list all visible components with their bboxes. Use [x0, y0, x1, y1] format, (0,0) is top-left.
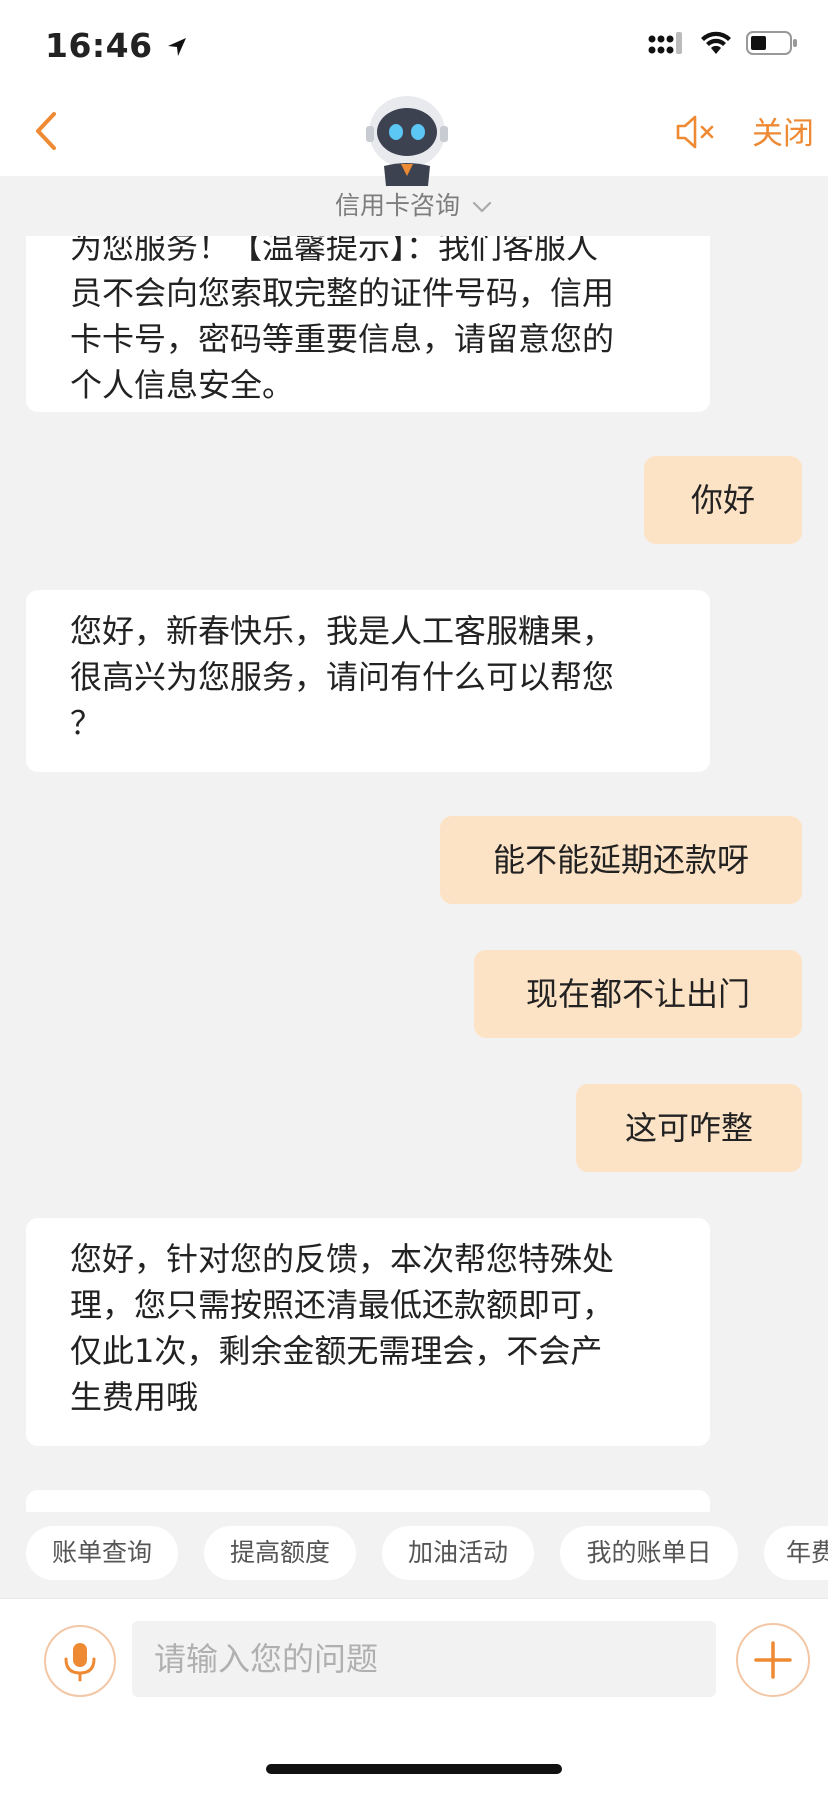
chip-my-bill-date[interactable]: 我的账单日: [560, 1526, 738, 1580]
message-line: 个人信息安全。: [70, 366, 295, 404]
home-indicator[interactable]: [266, 1764, 562, 1774]
message-text: 你好: [690, 481, 755, 519]
consult-topic-selector[interactable]: 信用卡咨询: [0, 176, 828, 236]
signal-icon: [648, 32, 682, 54]
user-message: 这可咋整: [576, 1084, 802, 1172]
chevron-down-icon: [472, 201, 492, 213]
message-text: 这可咋整: [624, 1109, 753, 1147]
chip-raise-limit[interactable]: 提高额度: [204, 1526, 356, 1580]
bot-message-partial: [26, 1490, 710, 1512]
bot-message: 为您服务！【温馨提示】：我们客服人 员不会向您索取完整的证件号码，信用 卡卡号，…: [26, 236, 710, 412]
plus-icon: [754, 1641, 792, 1679]
message-line: 生费用哦: [70, 1378, 199, 1416]
robot-avatar-icon: [366, 96, 448, 186]
voice-input-button[interactable]: [44, 1625, 116, 1697]
back-chevron-icon: [36, 112, 56, 150]
status-bar: 16:46: [0, 0, 828, 98]
message-line: 卡卡号，密码等重要信息，请留意您的: [70, 320, 615, 358]
bot-message: 您好，针对您的反馈，本次帮您特殊处 理，您只需按照还清最低还款额即可， 仅此1次…: [26, 1218, 710, 1446]
robot-avatar: [362, 92, 452, 187]
back-button[interactable]: [26, 108, 66, 154]
bot-message: 您好，新春快乐，我是人工客服糖果， 很高兴为您服务，请问有什么可以帮您 ？: [26, 590, 710, 772]
wifi-icon: [701, 31, 731, 54]
message-text: 现在都不让出门: [525, 975, 750, 1013]
user-message: 你好: [644, 456, 802, 544]
message-line: 很高兴为您服务，请问有什么可以帮您: [70, 658, 615, 696]
consult-topic-label: 信用卡咨询: [334, 191, 460, 220]
mute-speaker-icon: [676, 115, 714, 149]
battery-icon: [746, 31, 797, 55]
message-line: 理，您只需按照还清最低还款额即可，: [70, 1286, 615, 1324]
question-input[interactable]: [132, 1621, 716, 1697]
user-message: 现在都不让出门: [474, 950, 802, 1038]
more-options-button[interactable]: [736, 1623, 810, 1697]
location-arrow-icon: [167, 38, 186, 56]
chip-fuel-promo[interactable]: 加油活动: [382, 1526, 534, 1580]
message-line: 为您服务！【温馨提示】：我们客服人: [70, 236, 599, 266]
chat-message-list[interactable]: 为您服务！【温馨提示】：我们客服人 员不会向您索取完整的证件号码，信用 卡卡号，…: [0, 236, 828, 1512]
microphone-icon: [64, 1643, 96, 1682]
close-button[interactable]: 关闭: [752, 108, 814, 153]
user-message: 能不能延期还款呀: [440, 816, 802, 904]
message-line: 您好，针对您的反馈，本次帮您特殊处: [70, 1240, 615, 1278]
chip-bill-query[interactable]: 账单查询: [26, 1526, 178, 1580]
message-line: 仅此1次，剩余金额无需理会，不会产: [70, 1332, 603, 1370]
status-time: 16:46: [45, 26, 189, 65]
chip-annual-fee[interactable]: 年费: [764, 1526, 828, 1580]
message-line: 您好，新春快乐，我是人工客服糖果，: [70, 612, 615, 650]
quick-question-bar[interactable]: 账单查询 提高额度 加油活动 我的账单日 年费: [0, 1512, 828, 1598]
message-line: 员不会向您索取完整的证件号码，信用: [70, 274, 615, 312]
mute-button[interactable]: [675, 112, 717, 152]
message-line: ？: [70, 704, 103, 742]
message-text: 能不能延期还款呀: [492, 841, 749, 879]
